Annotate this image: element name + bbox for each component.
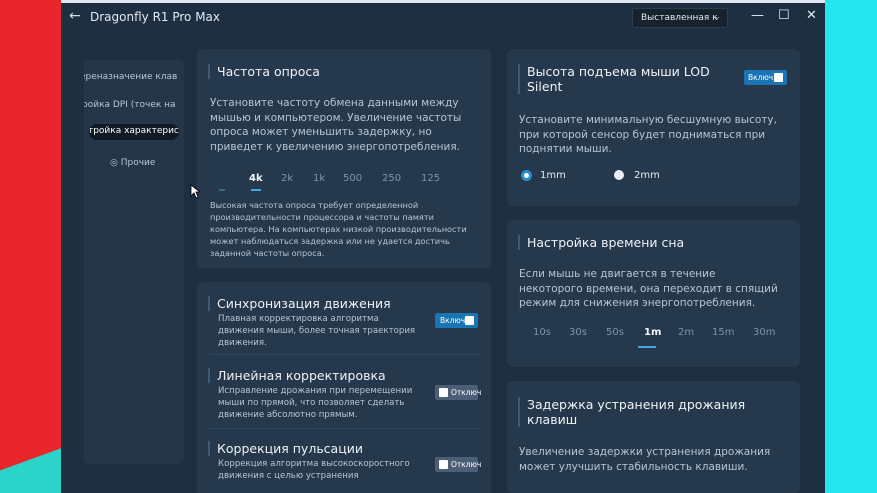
close-button[interactable]: ✕ [806,8,817,23]
toggle-label: Включ [440,316,466,325]
polling-rate-note: Высокая частота опроса требует определен… [210,200,467,258]
polling-rate-title: Частота опроса [208,64,320,79]
lod-card: Высота подъема мыши LOD Silent Включ Уст… [507,49,800,206]
lod-radio-2mm-label: 2mm [634,170,660,181]
toggle-label: Отключ [451,388,482,397]
lod-radio-1mm[interactable] [521,170,532,181]
toggle-label: Отключ [451,460,482,469]
divider [210,428,480,429]
toggle-knob [439,388,448,397]
polling-rate-card: Частота опроса Установите частоту обмена… [197,49,491,268]
ripple-correction-toggle[interactable]: Отключ [435,457,482,472]
toggle-knob [439,460,448,469]
back-arrow-icon[interactable]: ← [69,8,81,24]
linear-correction-toggle[interactable]: Отключ [435,385,482,400]
motion-sync-toggle[interactable]: Включ [435,313,478,328]
ripple-correction-title: Коррекция пульсации [208,441,363,456]
desktop-wallpaper-right [825,0,877,493]
minimize-button[interactable]: — [751,8,764,23]
polling-option-500[interactable]: 500 [343,173,362,184]
linear-correction-description: Исправление дрожания при перемещении мыш… [218,386,413,420]
polling-option-1k[interactable]: 1k [313,173,325,184]
motion-settings-card: Синхронизация движения Плавная корректир… [197,282,491,493]
desktop-wallpaper-left [0,0,61,493]
app-title: Dragonfly R1 Pro Max [90,10,221,24]
desktop-wallpaper-corner [0,440,61,493]
lod-radio-2mm[interactable] [614,170,624,180]
sleep-option-10s[interactable]: 10s [533,327,551,338]
sleep-option-15m[interactable]: 15m [712,327,734,338]
sidebar-item-label: Прочие [120,158,156,168]
sleep-title: Настройка времени сна [518,235,684,250]
chevron-down-icon: ⌄ [713,12,721,22]
debounce-description: Увеличение задержки устранения дрожания … [519,446,771,473]
sidebar-item-performance[interactable]: стройка характерис [89,124,179,140]
polling-option-125[interactable]: 125 [421,173,440,184]
polling-option-250[interactable]: 250 [382,173,401,184]
sleep-option-2m[interactable]: 2m [678,327,694,338]
sleep-card: Настройка времени сна Если мышь не двига… [507,220,800,367]
mouse-cursor-icon [190,184,200,199]
app-window: ← Dragonfly R1 Pro Max Выставленная к ⌄ … [61,3,825,493]
toggle-label: Включ [748,73,774,82]
sleep-option-30m[interactable]: 30m [753,327,775,338]
preset-select[interactable]: Выставленная к ⌄ [632,8,728,28]
toggle-knob [774,73,783,82]
toggle-knob [465,316,474,325]
linear-correction-title: Линейная корректировка [208,368,386,383]
polling-option-4k[interactable]: 4k [249,173,263,184]
lod-description: Установите минимальную бесшумную высоту,… [519,114,777,155]
debounce-title: Задержка устранения дрожания клавиш [518,397,767,427]
sleep-description: Если мышь не двигается в течение некотор… [519,268,778,309]
preset-select-value: Выставленная к [641,13,718,23]
lod-silent-toggle[interactable]: Включ [744,70,787,85]
polling-rate-description: Установите частоту обмена данными между … [210,97,462,153]
polling-track-mark [219,189,225,191]
motion-sync-title: Синхронизация движения [208,296,391,311]
title-bar: ← Dragonfly R1 Pro Max Выставленная к ⌄ … [61,3,825,33]
sleep-selected-indicator [638,346,656,348]
divider [210,354,480,355]
sidebar-item-label: стройка характерис [89,126,179,136]
sidebar-item-other[interactable]: ◎ Прочие [110,158,155,168]
polling-selected-indicator [251,189,261,191]
lod-radio-1mm-label: 1mm [540,170,566,181]
sidebar-item-key-remap[interactable]: ереназначение клав [84,72,177,82]
maximize-button[interactable]: ☐ [778,8,790,23]
motion-sync-description: Плавная корректировка алгоритма движения… [218,314,416,348]
debounce-card: Задержка устранения дрожания клавиш Увел… [507,381,800,493]
circle-dots-icon: ◎ [110,158,118,168]
sleep-option-50s[interactable]: 50s [606,327,624,338]
sidebar: ереназначение клав ройка DPI (точек на с… [84,60,184,464]
sleep-option-1m[interactable]: 1m [644,327,661,338]
sleep-option-30s[interactable]: 30s [569,327,587,338]
polling-option-2k[interactable]: 2k [281,173,293,184]
sidebar-item-dpi[interactable]: ройка DPI (точек на [84,100,176,110]
lod-title: Высота подъема мыши LOD Silent [518,64,727,94]
ripple-correction-description: Коррекция алгоритма высокоскоростного дв… [218,459,410,481]
